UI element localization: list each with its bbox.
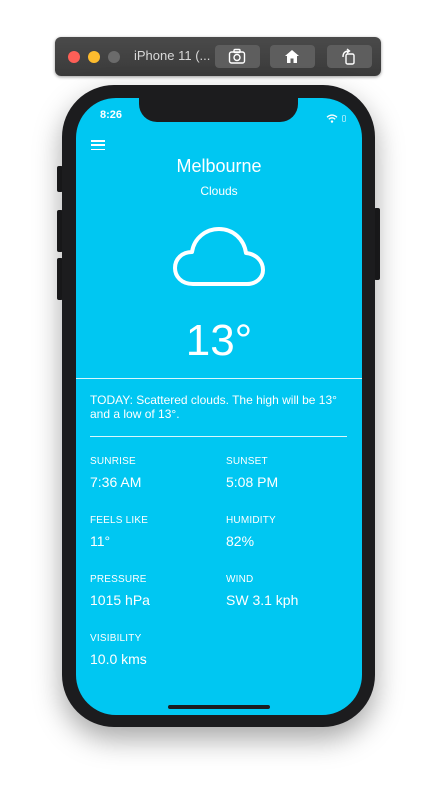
home-indicator[interactable] <box>168 705 270 709</box>
weather-screen: 8:26 Melbourne Clouds 13° TODAY: Scatter… <box>76 98 362 715</box>
wifi-icon <box>326 114 337 124</box>
window-zoom-button[interactable] <box>108 51 120 63</box>
detail-label: PRESSURE <box>90 574 147 585</box>
current-temperature: 13° <box>185 316 253 365</box>
detail-sunset: SUNSET 5:08 PM <box>226 456 278 490</box>
detail-visibility: VISIBILITY 10.0 kms <box>90 633 147 667</box>
notch <box>139 98 298 122</box>
detail-wind: WIND SW 3.1 kph <box>226 574 298 608</box>
divider <box>76 378 362 379</box>
detail-value: 5:08 PM <box>226 474 279 490</box>
simulator-title: iPhone 11 (... <box>134 48 211 63</box>
screenshot-icon <box>228 48 246 64</box>
detail-value: 10.0 kms <box>90 651 147 667</box>
detail-label: HUMIDITY <box>226 515 276 526</box>
detail-value: 7:36 AM <box>90 474 142 490</box>
detail-sunrise: SUNRISE 7:36 AM <box>90 456 141 490</box>
detail-feels-like: FEELS LIKE 11° <box>90 515 148 549</box>
detail-value: 11° <box>90 533 111 549</box>
detail-value: SW 3.1 kph <box>226 592 299 608</box>
hamburger-menu-icon[interactable] <box>91 140 105 151</box>
rotate-icon <box>342 48 355 65</box>
status-time: 8:26 <box>100 109 123 121</box>
detail-label: VISIBILITY <box>90 633 142 644</box>
weather-condition: Clouds <box>200 184 238 198</box>
city-name: Melbourne <box>176 156 262 176</box>
detail-label: SUNSET <box>226 456 268 467</box>
detail-label: SUNRISE <box>90 456 136 467</box>
detail-value: 1015 hPa <box>90 592 150 608</box>
forecast-summary: TODAY: Scattered clouds. The high will b… <box>90 393 337 421</box>
cloud-icon <box>173 227 265 286</box>
detail-value: 82% <box>226 533 255 549</box>
home-icon <box>285 50 299 63</box>
detail-humidity: HUMIDITY 82% <box>226 515 276 549</box>
detail-label: FEELS LIKE <box>90 515 149 526</box>
window-minimize-button[interactable] <box>88 51 100 63</box>
divider <box>90 436 347 437</box>
home-button[interactable] <box>270 45 315 68</box>
window-close-button[interactable] <box>68 51 80 63</box>
battery-icon <box>342 115 346 123</box>
status-icons <box>326 110 348 128</box>
detail-label: WIND <box>226 574 254 585</box>
simulator-toolbar: iPhone 11 (... <box>55 37 381 76</box>
screenshot-button[interactable] <box>215 45 260 68</box>
rotate-button[interactable] <box>327 45 372 68</box>
detail-pressure: PRESSURE 1015 hPa <box>90 574 150 608</box>
